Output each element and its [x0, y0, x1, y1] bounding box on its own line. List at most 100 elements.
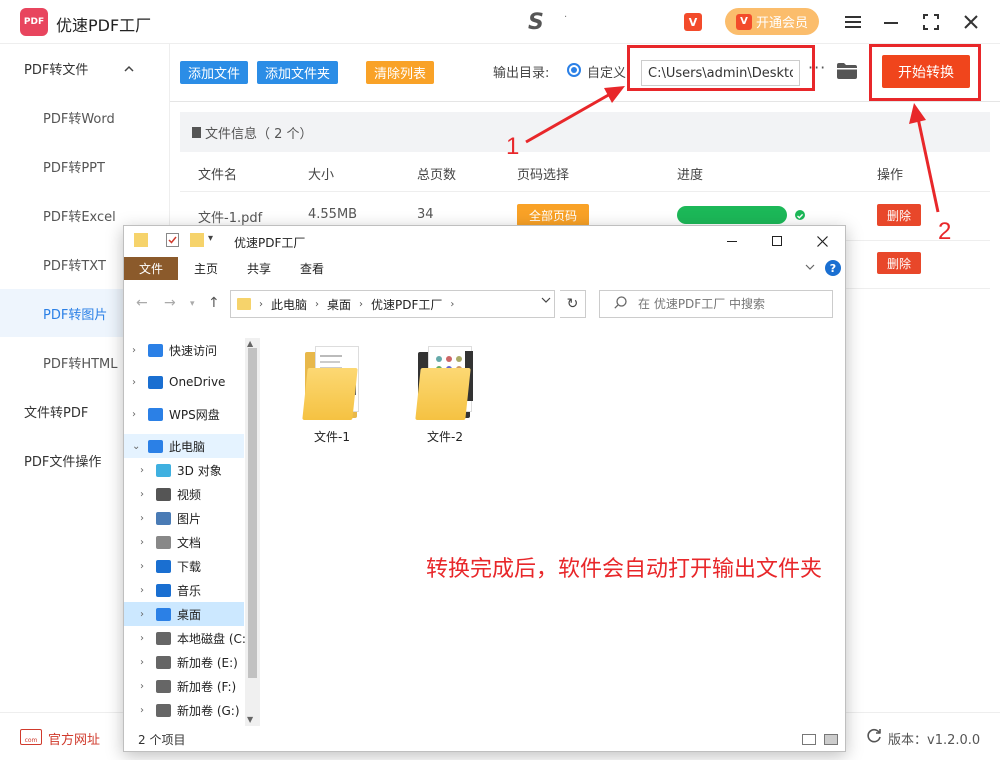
tree-item[interactable]: › 图片 — [124, 506, 244, 530]
tree-item[interactable]: › 新加卷 (F:) — [124, 674, 244, 698]
explorer-window: ▾ 优速PDF工厂 文件 主页 共享 查看 ? ← → ▾ ↑ › 此电脑 › … — [123, 225, 846, 752]
tree-item[interactable]: › 文档 — [124, 530, 244, 554]
explorer-title: 优速PDF工厂 — [234, 236, 306, 250]
tree-item[interactable]: › 视频 — [124, 482, 244, 506]
clear-list-button[interactable]: 清除列表 — [366, 61, 435, 84]
chevron-right-icon[interactable]: › — [140, 657, 144, 668]
tree-item[interactable]: › 音乐 — [124, 578, 244, 602]
maximize-icon[interactable] — [919, 10, 943, 34]
new-folder-icon[interactable] — [190, 233, 204, 247]
forward-arrow-icon[interactable]: → — [164, 295, 176, 311]
official-site-link[interactable]: 官方网址 — [48, 729, 100, 748]
tree-item[interactable]: › 快速访问 — [124, 338, 244, 362]
refresh-icon[interactable]: ↻ — [560, 290, 586, 318]
ribbon-tab-home[interactable]: 主页 — [180, 257, 232, 280]
custom-radio[interactable] — [567, 63, 581, 77]
recent-dropdown-icon[interactable]: ▾ — [190, 299, 195, 309]
tree-item[interactable]: › 新加卷 (G:) — [124, 698, 244, 722]
custom-radio-label: 自定义 — [587, 66, 627, 81]
breadcrumb-separator: › — [315, 298, 320, 310]
chevron-right-icon[interactable]: › — [140, 489, 144, 500]
breadcrumb-separator: › — [450, 298, 455, 310]
chevron-right-icon[interactable]: › — [140, 537, 144, 548]
details-view-icon[interactable] — [802, 734, 816, 745]
file-info-bar: 文件信息（ 2 个） — [180, 112, 990, 152]
back-arrow-icon[interactable]: ← — [136, 295, 148, 311]
sidebar-item-word[interactable]: PDF转Word — [0, 93, 170, 141]
scroll-up-icon[interactable]: ▲ — [247, 339, 253, 348]
minimize-icon[interactable] — [879, 10, 903, 34]
chevron-down-icon[interactable]: ⌄ — [132, 441, 140, 452]
delete-button-row1[interactable]: 删除 — [877, 204, 921, 226]
tree-item[interactable]: › WPS网盘 — [124, 402, 244, 426]
folder-file-1[interactable]: 文件-1 — [287, 342, 377, 444]
dropdown-icon[interactable]: ▾ — [208, 233, 222, 247]
folder-file-2[interactable]: 文件-2 — [400, 342, 490, 444]
image-icon — [156, 511, 171, 525]
tree-item[interactable]: ⌄ 此电脑 — [124, 434, 244, 458]
vip-badge-icon[interactable]: V — [684, 13, 702, 31]
help-icon[interactable]: ? — [825, 260, 841, 276]
chevron-right-icon[interactable]: › — [140, 561, 144, 572]
sidebar-item-ppt[interactable]: PDF转PPT — [0, 142, 170, 190]
tree-item[interactable]: › OneDrive — [124, 370, 244, 394]
tree-item[interactable]: › 新加卷 (E:) — [124, 650, 244, 674]
tree-item[interactable]: › 下载 — [124, 554, 244, 578]
output-dir-label: 输出目录: — [493, 66, 550, 81]
chevron-right-icon[interactable]: › — [140, 609, 144, 620]
col-header-name: 文件名 — [198, 168, 238, 183]
breadcrumb-this-pc[interactable]: 此电脑 — [271, 296, 307, 313]
ribbon-tab-file[interactable]: 文件 — [124, 257, 179, 280]
website-icon[interactable]: com — [20, 729, 42, 745]
address-dropdown-icon[interactable] — [541, 296, 551, 307]
close-icon[interactable] — [807, 231, 837, 251]
close-icon[interactable] — [959, 10, 983, 34]
up-arrow-icon[interactable]: ↑ — [208, 295, 220, 311]
ribbon-tab-share[interactable]: 共享 — [233, 257, 285, 280]
add-folder-button[interactable]: 添加文件夹 — [257, 61, 339, 84]
refresh-icon[interactable] — [866, 728, 882, 748]
delete-button-row2[interactable]: 删除 — [877, 252, 921, 274]
folder-open-icon[interactable] — [837, 63, 857, 79]
highlight-box-path — [627, 45, 815, 91]
row-divider — [180, 191, 990, 192]
sidebar-group-pdf-to-file[interactable]: PDF转文件 — [0, 44, 170, 92]
disk-icon — [156, 631, 171, 645]
chevron-right-icon[interactable]: › — [132, 409, 136, 420]
row1-pages: 34 — [417, 207, 434, 222]
chevron-right-icon[interactable]: › — [140, 633, 144, 644]
minimize-icon[interactable] — [717, 231, 747, 251]
add-file-button[interactable]: 添加文件 — [180, 61, 249, 84]
chevron-right-icon[interactable]: › — [140, 681, 144, 692]
tree-scrollbar[interactable]: ▲ ▼ — [245, 338, 260, 726]
ribbon-tab-view[interactable]: 查看 — [286, 257, 338, 280]
chevron-right-icon[interactable]: › — [140, 585, 144, 596]
breadcrumb-folder[interactable]: 优速PDF工厂 — [371, 296, 442, 313]
maximize-icon[interactable] — [762, 231, 792, 251]
chevron-right-icon[interactable]: › — [140, 705, 144, 716]
page-select-tag[interactable]: 全部页码 — [517, 204, 589, 226]
menu-icon[interactable] — [841, 10, 865, 34]
chevron-right-icon[interactable]: › — [132, 377, 136, 388]
chevron-right-icon[interactable]: › — [140, 465, 144, 476]
vip-button[interactable]: V 开通会员 — [725, 8, 819, 35]
pc-icon — [148, 439, 163, 453]
scroll-down-icon[interactable]: ▼ — [247, 715, 253, 724]
tree-item[interactable]: › 本地磁盘 (C: — [124, 626, 246, 650]
tree-item[interactable]: › 3D 对象 — [124, 458, 244, 482]
chevron-right-icon[interactable]: › — [140, 513, 144, 524]
properties-icon[interactable] — [166, 233, 180, 247]
file-name: 文件-1 — [314, 430, 350, 444]
more-icon[interactable]: ··· — [808, 58, 826, 77]
address-bar[interactable]: › 此电脑 › 桌面 › 优速PDF工厂 › — [230, 290, 555, 318]
chevron-down-icon[interactable] — [805, 261, 815, 274]
scrollbar-thumb[interactable] — [248, 348, 257, 678]
tree-item-label: 新加卷 (G:) — [177, 703, 240, 718]
tree-item-label: WPS网盘 — [169, 407, 220, 422]
search-input[interactable] — [599, 290, 833, 318]
tree-item[interactable]: › 桌面 — [124, 602, 244, 626]
chevron-right-icon[interactable]: › — [132, 345, 136, 356]
large-icons-view-icon[interactable] — [824, 734, 838, 745]
breadcrumb-desktop[interactable]: 桌面 — [327, 296, 351, 313]
start-convert-button[interactable]: 开始转换 — [882, 55, 970, 88]
